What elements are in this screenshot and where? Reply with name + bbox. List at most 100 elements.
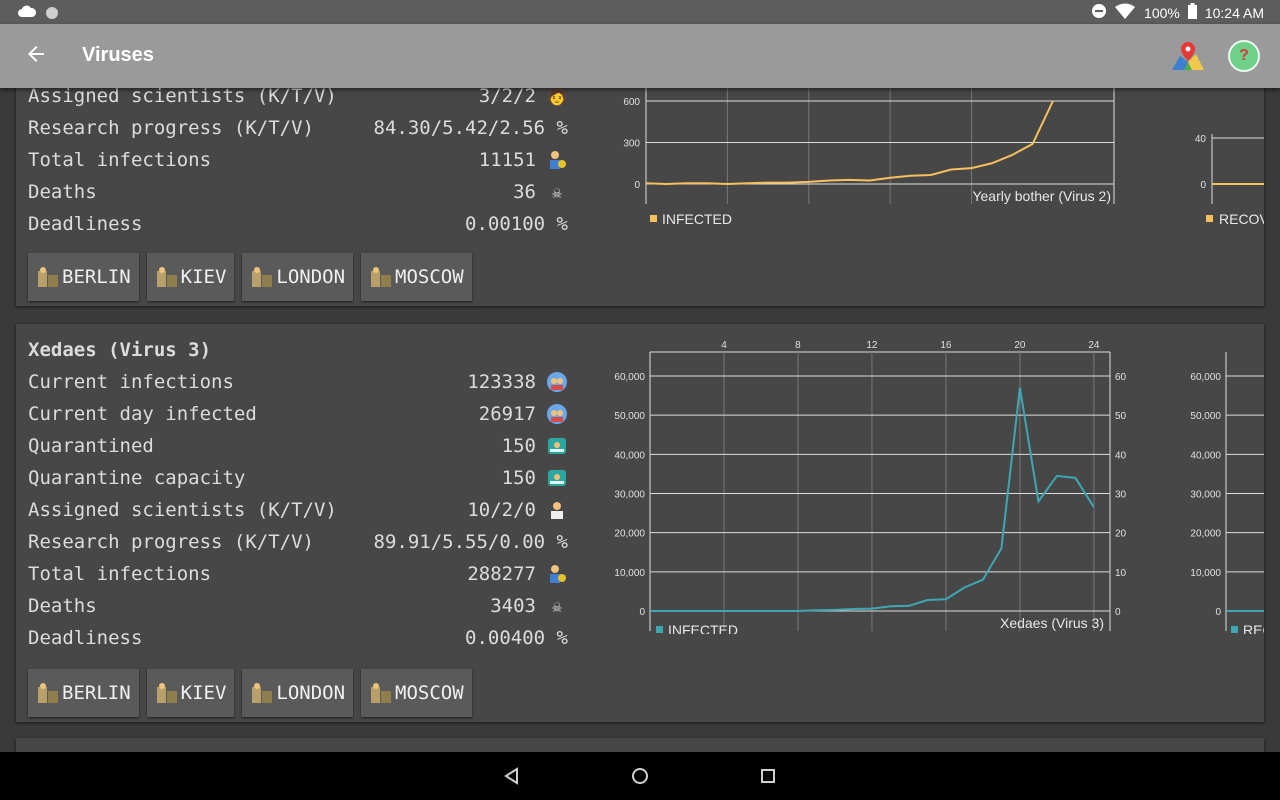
chart-caption: Xedaes (Virus 3) bbox=[1000, 615, 1104, 631]
city-lab-icon bbox=[252, 683, 273, 703]
city-button-kiev[interactable]: KIEV bbox=[146, 669, 235, 717]
stat-value: 89.91/5.55/0.00 % bbox=[373, 531, 568, 553]
virus-list[interactable]: Assigned scientists (K/T/V) 3/2/2 🧑 Rese… bbox=[0, 88, 1280, 752]
triangle-back-icon bbox=[504, 767, 518, 785]
app-bar: Viruses ? bbox=[0, 24, 1280, 88]
x-tick-label: 24 bbox=[1088, 340, 1100, 351]
stat-label: Current infections bbox=[28, 371, 234, 393]
y-tick-label-left: 10,000 bbox=[1190, 568, 1221, 579]
city-lab-icon bbox=[371, 267, 392, 287]
stat-value: 84.30/5.42/2.56 % bbox=[373, 117, 568, 139]
y-tick-label-left: 0 bbox=[639, 607, 645, 618]
virus-3-stats: Xedaes (Virus 3) Current infections 1233… bbox=[28, 334, 568, 654]
virus-card-2: Assigned scientists (K/T/V) 3/2/2 🧑 Rese… bbox=[16, 88, 1264, 306]
stat-label: Assigned scientists (K/T/V) bbox=[28, 499, 337, 521]
stat-label: Total infections bbox=[28, 149, 212, 171]
y-tick-label-right: 60,000 bbox=[1115, 372, 1126, 383]
stat-value: 0.00100 % bbox=[465, 213, 568, 235]
back-button[interactable] bbox=[24, 42, 52, 70]
y-tick-label-right: 50,000 bbox=[1115, 411, 1126, 422]
city-button-berlin[interactable]: BERLIN bbox=[28, 669, 139, 717]
y-tick-label-left: 60,000 bbox=[1190, 372, 1221, 383]
stat-row: Deaths 36 ☠ bbox=[28, 176, 568, 208]
nav-back-button[interactable] bbox=[502, 766, 522, 786]
y-tick-label-left: 20,000 bbox=[1190, 529, 1221, 540]
clock: 10:24 AM bbox=[1204, 4, 1264, 21]
y-tick-label-left: 0 bbox=[1215, 607, 1221, 618]
help-button[interactable]: ? bbox=[1228, 40, 1260, 72]
nav-recents-button[interactable] bbox=[758, 766, 778, 786]
recovered-chart-virus-3: 0 10,000 20,000 30,000 40,000 50,000 60,000 REC… bbox=[1156, 334, 1264, 634]
city-button-label: LONDON bbox=[276, 266, 346, 288]
quarantine-icon bbox=[546, 435, 568, 457]
stat-row: Assigned scientists (K/T/V) 10/2/0 bbox=[28, 494, 568, 526]
y-tick-label-left: 40,000 bbox=[1190, 450, 1221, 461]
people-icon bbox=[546, 403, 568, 425]
y-tick-label-left: 0 bbox=[634, 180, 640, 191]
quarantine-icon bbox=[546, 467, 568, 489]
battery-icon bbox=[1187, 3, 1197, 22]
stat-value: 11151 bbox=[478, 149, 536, 171]
stat-label: Deaths bbox=[28, 595, 97, 617]
stat-value: 150 bbox=[501, 467, 536, 489]
stat-row: Research progress (K/T/V) 89.91/5.55/0.0… bbox=[28, 526, 568, 558]
stat-value: 288277 bbox=[467, 563, 536, 585]
y-tick-label-right: 40,000 bbox=[1115, 450, 1126, 461]
city-button-london[interactable]: LONDON bbox=[242, 253, 354, 301]
infected-chart-svg: 00300300600600Yearly bother (Virus 2)INF… bbox=[623, 88, 1137, 227]
city-button-moscow[interactable]: MOSCOW bbox=[361, 253, 472, 301]
stat-row: Deaths 3403 ☠ bbox=[28, 590, 568, 622]
x-tick-label: 20 bbox=[1014, 340, 1026, 351]
stat-value: 10/2/0 bbox=[467, 499, 536, 521]
city-lab-icon bbox=[156, 683, 177, 703]
city-lab-icon bbox=[156, 267, 177, 287]
y-tick-label-left: 60,000 bbox=[614, 372, 645, 383]
nav-home-button[interactable] bbox=[630, 766, 650, 786]
city-button-label: KIEV bbox=[180, 682, 227, 704]
stat-value: 36 bbox=[513, 181, 536, 203]
y-tick-label-left: 50,000 bbox=[1190, 411, 1221, 422]
notification-dot-icon bbox=[46, 7, 58, 19]
x-tick-label: 4 bbox=[721, 340, 727, 351]
person-virus-icon bbox=[546, 149, 568, 171]
page-title: Viruses bbox=[82, 44, 154, 66]
status-bar: 100% 10:24 AM bbox=[0, 0, 1280, 24]
system-nav-bar bbox=[0, 752, 1280, 800]
city-button-berlin[interactable]: BERLIN bbox=[28, 253, 139, 301]
y-tick-label-left: 10,000 bbox=[614, 568, 645, 579]
stat-row: Total infections 288277 bbox=[28, 558, 568, 590]
map-button[interactable] bbox=[1170, 40, 1206, 74]
legend-swatch bbox=[1231, 626, 1238, 633]
y-tick-label-left: 40,000 bbox=[614, 450, 645, 461]
legend-label: RECO bbox=[1243, 622, 1264, 634]
stat-value: 150 bbox=[501, 435, 536, 457]
stat-label: Research progress (K/T/V) bbox=[28, 531, 314, 553]
y-tick-label-right: 30,000 bbox=[1115, 490, 1126, 501]
city-button-kiev[interactable]: KIEV bbox=[146, 253, 235, 301]
legend-label: INFECTED bbox=[668, 622, 738, 634]
y-tick-label-left: 600 bbox=[623, 97, 640, 108]
stat-value: 26917 bbox=[478, 403, 536, 425]
city-button-label: BERLIN bbox=[62, 266, 131, 288]
stat-value: 3/2/2 bbox=[478, 88, 536, 107]
y-tick-label-left: 30,000 bbox=[614, 490, 645, 501]
stat-label: Total infections bbox=[28, 563, 212, 585]
stat-row: Total infections 11151 bbox=[28, 144, 568, 176]
x-tick-label: 8 bbox=[795, 340, 801, 351]
virus-2-stats: Assigned scientists (K/T/V) 3/2/2 🧑 Rese… bbox=[28, 88, 568, 240]
stat-label: Assigned scientists (K/T/V) bbox=[28, 88, 337, 107]
city-lab-icon bbox=[38, 683, 58, 703]
city-button-london[interactable]: LONDON bbox=[242, 669, 354, 717]
y-tick-label-right: 20,000 bbox=[1115, 529, 1126, 540]
circle-home-icon bbox=[632, 768, 648, 784]
y-tick-label-left: 0 bbox=[1200, 180, 1206, 191]
city-button-moscow[interactable]: MOSCOW bbox=[361, 669, 472, 717]
stat-row: Current infections 123338 bbox=[28, 366, 568, 398]
city-lab-icon bbox=[38, 267, 58, 287]
stat-row: Research progress (K/T/V) 84.30/5.42/2.5… bbox=[28, 112, 568, 144]
virus-title: Xedaes (Virus 3) bbox=[28, 339, 212, 361]
skull-icon: ☠ bbox=[552, 596, 562, 616]
stat-label: Quarantined bbox=[28, 435, 154, 457]
legend-label: RECOVI bbox=[1219, 211, 1264, 227]
arrow-left-icon bbox=[28, 46, 44, 62]
